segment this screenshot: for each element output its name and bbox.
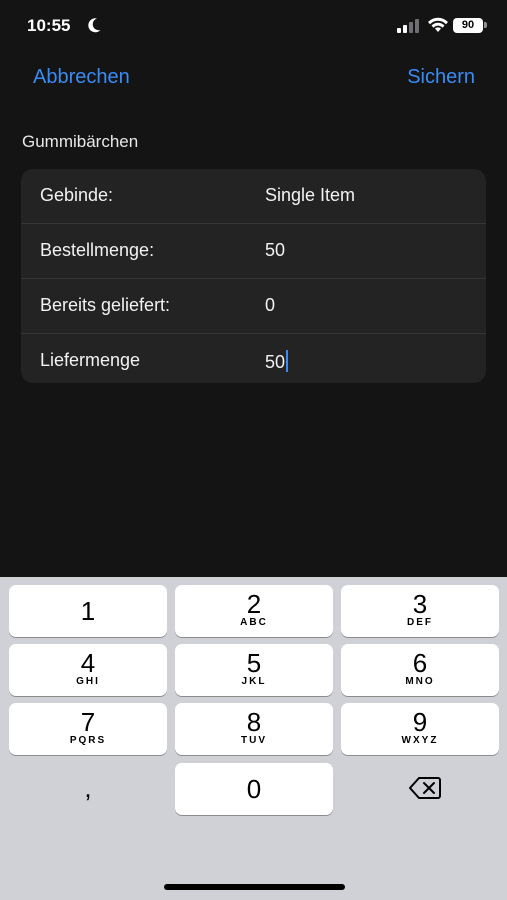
key-digit: 6 [412,648,428,678]
key-8[interactable]: 8 TUV [175,703,333,755]
battery-level: 90 [461,19,475,31]
delivery-form-card: Gebinde: Single Item Bestellmenge: 50 Be… [21,169,486,383]
key-5[interactable]: 5 JKL [175,644,333,696]
text-cursor [286,350,289,372]
key-digit: 7 [80,707,96,737]
key-letters: WXYZ [401,735,439,746]
save-button[interactable]: Sichern [407,66,475,89]
home-indicator[interactable] [164,884,345,890]
moon-icon [88,18,101,33]
row-bereits-geliefert: Bereits geliefert: 0 [21,279,486,334]
row-label: Bereits geliefert: [40,295,171,315]
key-comma[interactable]: , [9,763,167,815]
battery-icon: 90 [453,18,483,33]
key-digit: 2 [246,589,262,619]
key-delete[interactable] [341,763,499,815]
status-time: 10:55 [27,16,71,35]
row-value: 50 [265,240,286,260]
key-digit: 9 [412,707,428,737]
row-liefermenge[interactable]: Liefermenge 50 [21,334,486,383]
row-label: Bestellmenge: [40,240,155,260]
key-letters: PQRS [69,735,107,746]
row-gebinde: Gebinde: Single Item [21,169,486,224]
key-4[interactable]: 4 GHI [9,644,167,696]
key-digit: 5 [246,648,262,678]
key-letters: DEF [407,617,433,628]
key-digit: 3 [412,589,428,619]
row-label: Liefermenge [40,350,141,370]
key-7[interactable]: 7 PQRS [9,703,167,755]
key-letters: GHI [76,676,100,687]
key-letters: JKL [241,676,267,687]
key-1[interactable]: 1 [9,585,167,637]
key-9[interactable]: 9 WXYZ [341,703,499,755]
row-bestellmenge: Bestellmenge: 50 [21,224,486,279]
key-digit: 8 [246,707,262,737]
cancel-button[interactable]: Abbrechen [33,66,130,89]
key-digit: 1 [80,596,96,626]
row-label: Gebinde: [40,185,114,205]
key-6[interactable]: 6 MNO [341,644,499,696]
input-value: 50 [265,352,286,372]
key-0[interactable]: 0 [175,763,333,815]
row-value: 0 [265,295,276,315]
key-digit: , [84,773,92,803]
cellular-signal-icon [397,19,419,33]
key-2[interactable]: 2 ABC [175,585,333,637]
key-3[interactable]: 3 DEF [341,585,499,637]
key-letters: TUV [241,735,267,746]
key-letters: ABC [240,617,268,628]
item-title: Gummibärchen [22,132,139,151]
backspace-icon [409,777,441,799]
row-value: Single Item [265,185,356,205]
liefermenge-input[interactable]: 50 [265,350,289,373]
wifi-icon [428,17,448,32]
battery-tip [484,22,487,28]
status-bar: 10:55 90 [0,0,507,54]
numeric-keyboard: 1 2 ABC 3 DEF 4 GHI 5 JKL 6 MNO 7 PQRS 8… [0,577,507,900]
key-digit: 0 [246,774,262,804]
key-digit: 4 [80,648,96,678]
key-letters: MNO [405,676,435,687]
